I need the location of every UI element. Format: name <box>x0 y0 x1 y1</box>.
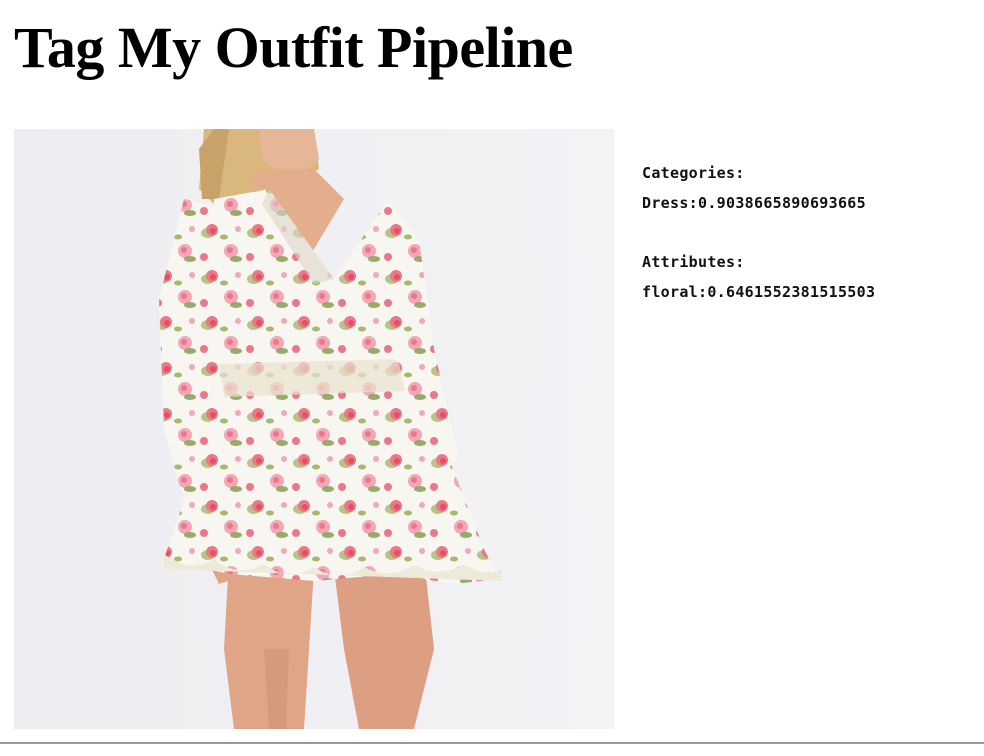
attributes-heading: Attributes: <box>642 253 745 271</box>
categories-heading: Categories: <box>642 164 745 182</box>
attribute-label: floral <box>642 283 698 301</box>
attribute-result: floral:0.6461552381515503 <box>642 283 876 301</box>
category-result: Dress:0.9038665890693665 <box>642 194 866 212</box>
page-divider <box>0 742 984 744</box>
tag-results-panel: Categories: Dress:0.9038665890693665 Att… <box>642 158 982 307</box>
page-title: Tag My Outfit Pipeline <box>14 15 573 80</box>
outfit-photo <box>14 129 614 729</box>
attribute-score: 0.6461552381515503 <box>707 283 876 301</box>
category-label: Dress <box>642 194 689 212</box>
category-score: 0.9038665890693665 <box>698 194 866 212</box>
